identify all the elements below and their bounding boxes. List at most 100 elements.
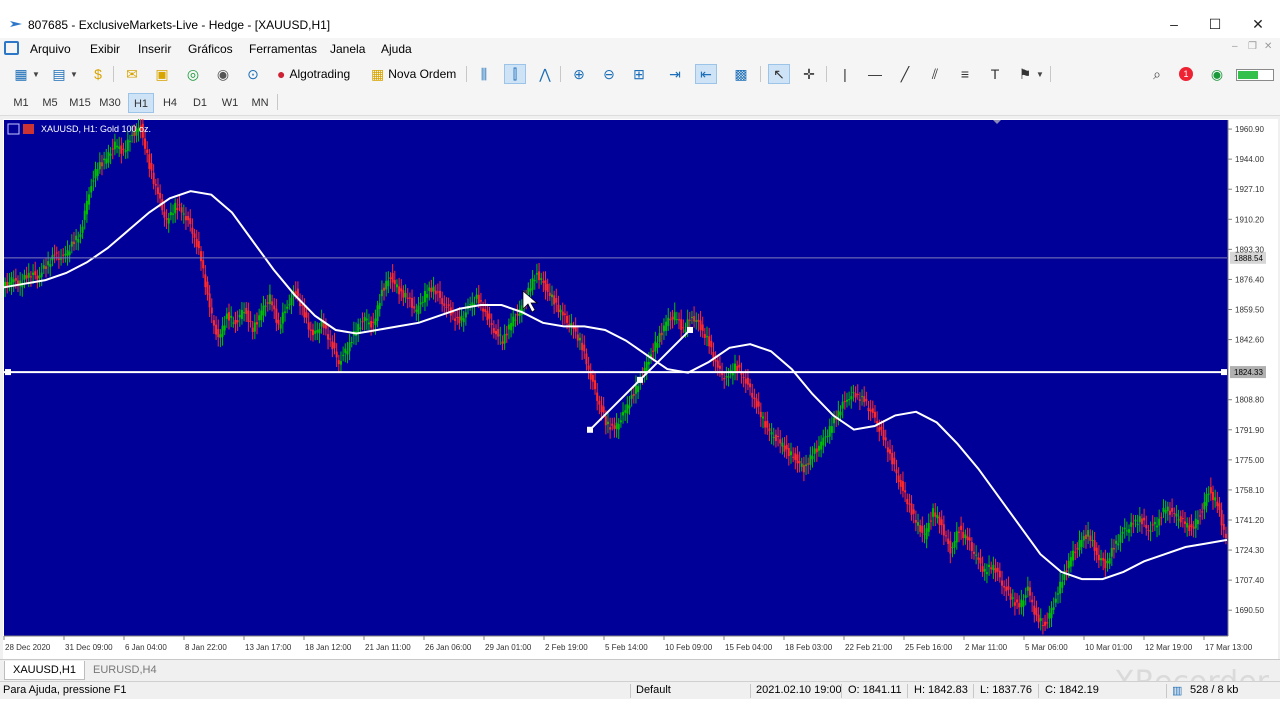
candle-body	[1181, 518, 1184, 520]
signals-icon[interactable]: ◉	[212, 64, 234, 84]
menu-bar: Arquivo Exibir Inserir Gráficos Ferramen…	[0, 38, 1280, 60]
vps-icon[interactable]: ◉	[1206, 64, 1228, 84]
equidistant-channel-icon[interactable]: ⫽	[924, 64, 946, 84]
candle-body	[828, 426, 831, 437]
crosshair-icon[interactable]: ✛	[798, 64, 820, 84]
timeframe-h1[interactable]: H1	[128, 93, 154, 113]
candle-body	[772, 436, 775, 439]
candle-body	[878, 427, 881, 432]
candle-body	[598, 400, 601, 405]
profile-name[interactable]: Default	[636, 684, 671, 696]
time-tick-label: 17 Mar 13:00	[1205, 643, 1253, 652]
market-watch-icon[interactable]: $	[87, 64, 109, 84]
new-order-button[interactable]: ▦ Nova Ordem	[371, 64, 456, 84]
candle-body	[286, 306, 289, 309]
candle-body	[1196, 519, 1199, 525]
candle-body	[781, 442, 784, 447]
candle-body	[413, 306, 416, 309]
candle-body	[1061, 581, 1064, 588]
profiles-icon[interactable]: ▤	[48, 64, 70, 84]
autoscroll-icon[interactable]: ⇥	[664, 64, 686, 84]
chart-window-icon[interactable]	[4, 41, 19, 55]
menu-ferramentas[interactable]: Ferramentas	[249, 42, 317, 56]
vertical-line-icon[interactable]: |	[834, 64, 856, 84]
search-icon[interactable]: ⌕	[1146, 64, 1168, 84]
menu-janela[interactable]: Janela	[330, 42, 365, 56]
timeframe-m30[interactable]: M30	[97, 93, 123, 113]
tile-windows-icon[interactable]: ⊞	[628, 64, 650, 84]
maximize-button[interactable]: ☐	[1207, 16, 1223, 32]
candle-body	[197, 241, 200, 249]
close-button[interactable]: ✕	[1250, 16, 1266, 32]
market-search-icon[interactable]: ⊙	[242, 64, 264, 84]
status-divider	[907, 684, 908, 698]
timeframe-mn[interactable]: MN	[247, 93, 273, 113]
trendline-handle[interactable]	[587, 426, 593, 433]
candle-body	[344, 348, 347, 353]
chevron-down-icon[interactable]: ▼	[69, 64, 79, 84]
menu-graficos[interactable]: Gráficos	[188, 42, 233, 56]
timeframe-h4[interactable]: H4	[157, 93, 183, 113]
line-chart-icon[interactable]: ⋀	[534, 64, 556, 84]
candle-body	[839, 411, 842, 416]
candle-body	[1074, 551, 1077, 553]
timeframe-m1[interactable]: M1	[8, 93, 34, 113]
timeframe-w1[interactable]: W1	[217, 93, 243, 113]
candle-body	[934, 512, 937, 517]
zoom-out-icon[interactable]: ⊖	[598, 64, 620, 84]
timeframe-m15[interactable]: M15	[67, 93, 93, 113]
mdi-close-icon[interactable]: ✕	[1264, 41, 1272, 52]
horizontal-line-icon[interactable]: —	[864, 64, 886, 84]
new-chart-icon[interactable]: ▦	[10, 64, 32, 84]
candle-body	[1166, 506, 1169, 512]
price-chart[interactable]: 1888.54 1824.33 1960.90 1944.00 1927.10 1910…	[3, 116, 1278, 659]
strategy-tester-icon[interactable]: ◎	[182, 64, 204, 84]
cursor-icon[interactable]: ↖	[768, 64, 790, 84]
line-handle[interactable]	[1221, 369, 1227, 376]
candlestick-chart-icon[interactable]: ⫿	[504, 64, 526, 84]
time-tick-label: 31 Dec 09:00	[65, 643, 113, 652]
tab-eurusd-h4[interactable]: EURUSD,H4	[85, 661, 165, 680]
navigator-icon[interactable]: ✉	[121, 64, 143, 84]
fibonacci-icon[interactable]: ≡	[954, 64, 976, 84]
candle-body	[277, 319, 280, 325]
chart-window[interactable]: 1888.54 1824.33 1960.90 1944.00 1927.10 1910…	[3, 116, 1278, 659]
chevron-down-icon[interactable]: ▼	[1035, 64, 1045, 84]
candle-body	[744, 378, 747, 384]
trendline-icon[interactable]: ╱	[894, 64, 916, 84]
candle-body	[402, 290, 405, 298]
mdi-minimize-icon[interactable]: –	[1232, 41, 1238, 52]
trendline-handle[interactable]	[687, 326, 693, 333]
mdi-restore-icon[interactable]: ❐	[1248, 41, 1257, 52]
toolbox-icon[interactable]: ▣	[151, 64, 173, 84]
menu-exibir[interactable]: Exibir	[90, 42, 120, 56]
algotrading-button[interactable]: ● Algotrading	[277, 64, 350, 84]
shapes-icon[interactable]: ⚑	[1014, 64, 1036, 84]
chart-shift-icon[interactable]: ⇤	[695, 64, 717, 84]
bar-chart-icon[interactable]: ⫼	[473, 64, 495, 84]
tab-xauusd-h1[interactable]: XAUUSD,H1	[4, 661, 85, 680]
menu-inserir[interactable]: Inserir	[138, 42, 171, 56]
text-label-icon[interactable]: T	[984, 64, 1006, 84]
candle-body	[1179, 516, 1182, 523]
line-handle[interactable]	[5, 369, 11, 376]
menu-ajuda[interactable]: Ajuda	[381, 42, 412, 56]
menu-arquivo[interactable]: Arquivo	[30, 42, 71, 56]
timeframe-m5[interactable]: M5	[37, 93, 63, 113]
minimize-button[interactable]: –	[1166, 16, 1182, 32]
indicators-icon[interactable]: ▩	[730, 64, 752, 84]
candle-body	[665, 321, 668, 331]
candle-body	[1194, 518, 1197, 529]
bottom-strip	[0, 699, 1280, 720]
candle-body	[563, 313, 566, 315]
candle-body	[501, 341, 504, 344]
candle-body	[264, 305, 267, 307]
trendline-handle[interactable]	[637, 376, 643, 383]
chevron-down-icon[interactable]: ▼	[31, 64, 41, 84]
candle-body	[1039, 618, 1042, 621]
timeframe-d1[interactable]: D1	[187, 93, 213, 113]
candle-body	[955, 531, 958, 543]
notifications-icon[interactable]: 1	[1175, 64, 1197, 84]
candle-body	[576, 334, 579, 341]
zoom-in-icon[interactable]: ⊕	[568, 64, 590, 84]
